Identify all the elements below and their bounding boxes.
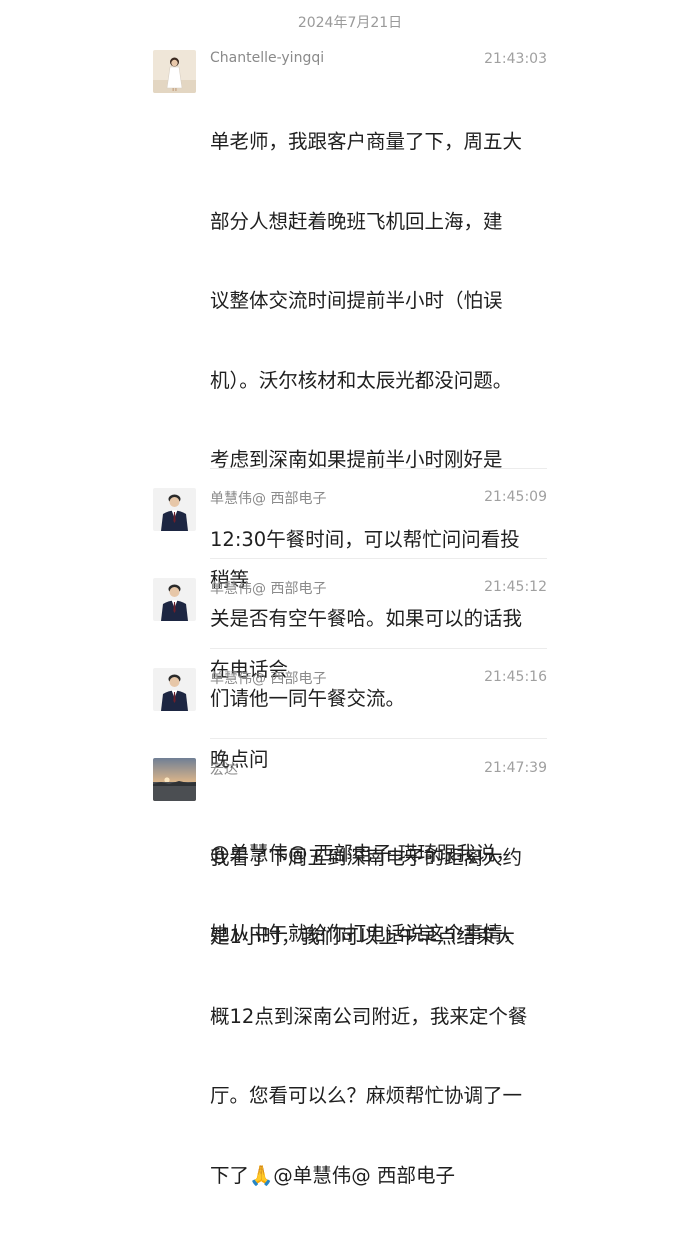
- woman-white-dress-avatar-icon: [153, 50, 196, 93]
- message-divider: [210, 468, 547, 469]
- message-divider: [210, 648, 547, 649]
- man-suit-avatar-icon: [153, 668, 196, 711]
- message-line: 议整体交流时间提前半小时（怕误: [210, 289, 503, 312]
- avatar[interactable]: [153, 488, 196, 531]
- message-line: 她从中午就给你打电话说这个事情，: [210, 921, 523, 945]
- avatar[interactable]: [153, 50, 196, 93]
- message-line: @单慧伟@ 西部电子 瑛琦跟我说，: [210, 842, 515, 865]
- message-text: @单慧伟@ 西部电子 瑛琦跟我说， 她从中午就给你打电话说这个事情，: [210, 788, 555, 1000]
- avatar[interactable]: [153, 758, 196, 801]
- message-divider: [210, 738, 547, 739]
- sunset-landscape-avatar-icon: [153, 758, 196, 801]
- avatar[interactable]: [153, 578, 196, 621]
- message-time: 21:47:39: [484, 760, 547, 776]
- man-suit-avatar-icon: [153, 488, 196, 531]
- message-time: 21:45:16: [484, 669, 547, 685]
- message-divider: [210, 558, 547, 559]
- message-line: 厅。您看可以么？麻烦帮忙协调了一: [210, 1084, 523, 1107]
- sender-name[interactable]: 单慧伟@ 西部电子: [210, 488, 326, 508]
- message-time: 21:43:03: [484, 51, 547, 67]
- sender-name[interactable]: 单慧伟@ 西部电子: [210, 668, 326, 688]
- date-header: 2024年7月21日: [297, 15, 403, 31]
- sender-name[interactable]: Chantelle-yingqi: [210, 50, 324, 66]
- message-line: 下了🙏@单慧伟@ 西部电子: [210, 1163, 455, 1187]
- message-line: 单老师，我跟客户商量了下，周五大: [210, 130, 523, 153]
- message-line: 部分人想赶着晚班飞机回上海，建: [210, 209, 503, 233]
- message-line: 考虑到深南如果提前半小时刚好是: [210, 448, 503, 471]
- message-line: 概12点到深南公司附近，我来定个餐: [210, 1004, 528, 1028]
- message-time: 21:45:12: [484, 579, 547, 595]
- message-line: 机）。沃尔核材和太辰光都没问题。: [210, 368, 513, 392]
- sender-name[interactable]: 宏达: [210, 759, 238, 779]
- sender-name[interactable]: 单慧伟@ 西部电子: [210, 578, 326, 598]
- message-time: 21:45:09: [484, 489, 547, 505]
- avatar[interactable]: [153, 668, 196, 711]
- man-suit-avatar-icon: [153, 578, 196, 621]
